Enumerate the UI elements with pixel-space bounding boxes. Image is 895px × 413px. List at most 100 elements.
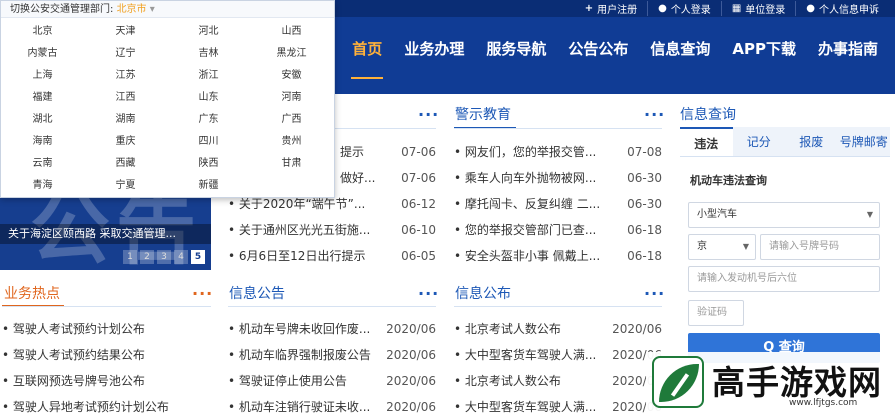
city-option[interactable]: 河南 (250, 87, 333, 109)
notice-title: 机动车号牌未收回作废... (238, 322, 371, 336)
list-item[interactable]: • 您的举报交管部门已查... 06-18 (454, 217, 662, 243)
list-item[interactable]: • 安全头盔非小事 佩戴上... 06-18 (454, 243, 662, 269)
city-option[interactable]: 江西 (84, 87, 167, 109)
city-option[interactable]: 湖南 (84, 109, 167, 131)
city-option[interactable]: 陕西 (167, 153, 250, 175)
list-item[interactable]: • 互联网预选号牌号池公布 (2, 368, 211, 394)
list-item[interactable]: • 6月6日至12日出行提示 06-05 (228, 243, 436, 269)
city-option[interactable]: 云南 (1, 153, 84, 175)
city-option[interactable]: 安徽 (250, 65, 333, 87)
info-notice-title[interactable]: 信息公告 (229, 283, 285, 303)
city-option[interactable]: 甘肃 (250, 153, 333, 175)
list-item[interactable]: • 北京考试人数公布 2020/06 (454, 316, 662, 342)
warning-edu-title[interactable]: 警示教育 (455, 104, 511, 124)
nav-service-guide[interactable]: 服务导航 (475, 17, 557, 94)
city-option[interactable]: 黑龙江 (250, 43, 333, 65)
carousel-pager: 1 2 3 4 5 (123, 250, 205, 264)
list-item[interactable]: • 大中型客货车驾驶人满... 2020/06 (454, 394, 662, 413)
hot-business-item: 互联网预选号牌号池公布 (12, 374, 145, 388)
city-option[interactable]: 西藏 (84, 153, 167, 175)
news-more-button[interactable]: ··· (418, 107, 439, 123)
nav-announcements[interactable]: 公告公布 (557, 17, 639, 94)
list-item[interactable]: • 摩托闯卡、反复纠缠 二... 06-30 (454, 191, 662, 217)
city-option[interactable]: 山西 (250, 21, 333, 43)
carousel-page-5[interactable]: 5 (191, 250, 205, 264)
city-option[interactable]: 吉林 (167, 43, 250, 65)
captcha-input[interactable]: 验证码 (688, 300, 744, 326)
info-publish-more-button[interactable]: ··· (644, 286, 665, 302)
list-item[interactable]: • 机动车临界强制报废公告 2020/06 (228, 342, 436, 368)
nav-business[interactable]: 业务办理 (393, 17, 475, 94)
account-links: + 用户注册 ● 个人登录 ▦ 单位登录 ● 个人信息申诉 (575, 0, 889, 17)
list-item[interactable]: • 驾驶证停止使用公告 2020/06 (228, 368, 436, 394)
info-publish-list: • 北京考试人数公布 2020/06 • 大中型客货车驾驶人满... 2020/06… (454, 316, 662, 413)
city-switch-header[interactable]: 切换公安交通管理部门: 北京市 ▾ (1, 1, 334, 18)
news-date: 07-06 (401, 171, 436, 185)
user-icon: ● (806, 3, 815, 14)
vehicle-type-select[interactable]: 小型汽车 ▼ (688, 202, 880, 228)
city-option[interactable]: 上海 (1, 65, 84, 87)
hot-business-title[interactable]: 业务热点 (4, 283, 60, 303)
nav-guide[interactable]: 办事指南 (807, 17, 889, 94)
city-option[interactable]: 河北 (167, 21, 250, 43)
list-item[interactable]: • 机动车号牌未收回作废... 2020/06 (228, 316, 436, 342)
list-item[interactable]: • 乘车人向车外抛物被网... 06-30 (454, 165, 662, 191)
warning-edu-more-button[interactable]: ··· (644, 107, 665, 123)
list-item[interactable]: • 驾驶人异地考试预约计划公布 (2, 394, 211, 413)
carousel-page-2[interactable]: 2 (140, 250, 154, 264)
city-option[interactable]: 天津 (84, 21, 167, 43)
city-option[interactable]: 贵州 (250, 131, 333, 153)
publish-title: 北京考试人数公布 (464, 322, 561, 336)
city-option[interactable]: 江苏 (84, 65, 167, 87)
tab-scrap[interactable]: 报废 (785, 127, 838, 156)
list-item[interactable]: • 驾驶人考试预约结果公布 (2, 342, 211, 368)
engine-number-input[interactable]: 请输入发动机号后六位 (688, 266, 880, 292)
nav-app-download[interactable]: APP下载 (721, 17, 807, 94)
city-option[interactable]: 广西 (250, 109, 333, 131)
notice-title: 机动车临界强制报废公告 (238, 348, 371, 362)
nav-info-query[interactable]: 信息查询 (639, 17, 721, 94)
nav-home[interactable]: 首页 (341, 17, 393, 94)
carousel-page-3[interactable]: 3 (157, 250, 171, 264)
province-select[interactable]: 京 ▼ (688, 234, 756, 260)
list-item[interactable]: • 机动车注销行驶证未收... 2020/06 (228, 394, 436, 413)
tab-violation[interactable]: 违法 (680, 127, 733, 156)
city-option[interactable]: 海南 (1, 131, 84, 153)
carousel-page-1[interactable]: 1 (123, 250, 137, 264)
list-item[interactable]: • 大中型客货车驾驶人满... 2020/06 (454, 342, 662, 368)
city-option[interactable]: 山东 (167, 87, 250, 109)
chevron-down-icon: ▾ (149, 4, 155, 15)
info-publish-title[interactable]: 信息公布 (455, 283, 511, 303)
list-item[interactable]: • 网友们，您的举报交管... 07-08 (454, 139, 662, 165)
carousel-page-4[interactable]: 4 (174, 250, 188, 264)
city-option[interactable]: 北京 (1, 21, 84, 43)
hot-business-more-button[interactable]: ··· (192, 286, 213, 302)
city-option[interactable]: 重庆 (84, 131, 167, 153)
city-option[interactable]: 广东 (167, 109, 250, 131)
publish-date: 2020/06 (612, 322, 662, 336)
list-item[interactable]: • 驾驶人考试预约计划公布 (2, 316, 211, 342)
city-option[interactable]: 内蒙古 (1, 43, 84, 65)
appeal-label: 个人信息申诉 (819, 5, 879, 16)
unit-login-link[interactable]: ▦ 单位登录 (720, 1, 795, 16)
city-option[interactable]: 湖北 (1, 109, 84, 131)
city-option[interactable]: 福建 (1, 87, 84, 109)
appeal-link[interactable]: ● 个人信息申诉 (795, 1, 889, 16)
warning-date: 07-08 (627, 145, 662, 159)
city-option[interactable]: 辽宁 (84, 43, 167, 65)
city-option[interactable]: 青海 (1, 175, 84, 197)
city-option[interactable]: 四川 (167, 131, 250, 153)
city-option[interactable]: 宁夏 (84, 175, 167, 197)
notice-date: 2020/06 (386, 374, 436, 388)
register-link[interactable]: + 用户注册 (575, 1, 647, 16)
tab-plate-mail[interactable]: 号牌邮寄 (838, 127, 891, 156)
plate-number-input[interactable]: 请输入号牌号码 (760, 234, 880, 260)
info-notice-more-button[interactable]: ··· (418, 286, 439, 302)
city-option[interactable]: 新疆 (167, 175, 250, 197)
banner-caption[interactable]: 关于海淀区颐西路 采取交通管理... (0, 224, 211, 244)
tab-points[interactable]: 记分 (733, 127, 786, 156)
list-item[interactable]: • 北京考试人数公布 2020/06 (454, 368, 662, 394)
list-item[interactable]: • 关于通州区光光五街施... 06-10 (228, 217, 436, 243)
personal-login-link[interactable]: ● 个人登录 (647, 1, 721, 16)
city-option[interactable]: 浙江 (167, 65, 250, 87)
